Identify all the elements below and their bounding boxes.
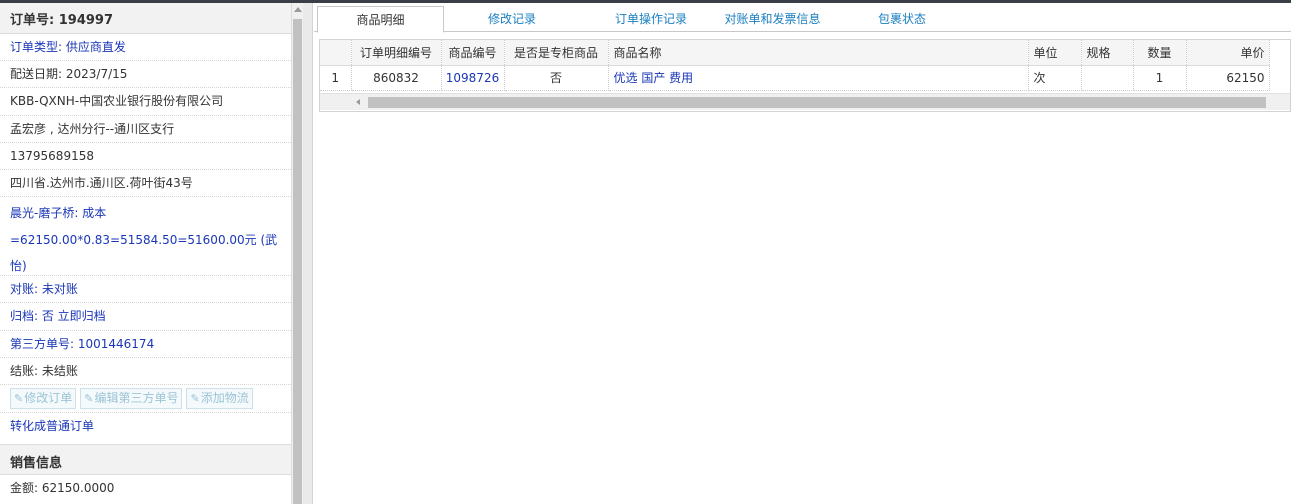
tab-change-log[interactable]: 修改记录: [462, 6, 562, 33]
detail-id-cell: 860832: [351, 65, 442, 91]
customer-name: KBB-QXNH-中国农业银行股份有限公司: [0, 88, 291, 116]
convert-normal-order-link[interactable]: 转化成普通订单: [0, 413, 291, 440]
left-panel-scrollbar[interactable]: [291, 3, 303, 504]
scrollbar-thumb[interactable]: [293, 19, 302, 504]
product-detail-grid: 订单明细编号 商品编号 是否是专柜商品 商品名称 单位 规格 数量 单价 1 8…: [319, 39, 1291, 112]
tab-order-operations[interactable]: 订单操作记录: [591, 6, 711, 33]
settlement-status: 结账: 未结账: [0, 358, 291, 385]
edit-icon: ✎: [84, 391, 94, 405]
edit-order-button[interactable]: ✎ 修改订单: [10, 387, 77, 409]
contact-name: 孟宏彦 , 达州分行--通川区支行: [0, 116, 291, 143]
quantity-cell: 1: [1133, 65, 1187, 91]
sales-amount: 金额: 62150.0000: [10, 481, 115, 496]
cost-info: 晨光-磨子桥: 成本 =62150.00*0.83=51584.50=51600…: [0, 197, 291, 277]
edit-icon: ✎: [190, 391, 200, 405]
tab-package-status[interactable]: 包裹状态: [862, 6, 942, 33]
col-header-quantity[interactable]: 数量: [1133, 40, 1187, 66]
col-header-unit-price[interactable]: 单价: [1186, 40, 1270, 66]
counter-cell: 否: [504, 65, 609, 91]
col-header-product-id[interactable]: 商品编号: [441, 40, 505, 66]
scrollbar-thumb[interactable]: [368, 97, 1266, 108]
reconcile-status: 对账: 未对账: [0, 276, 291, 304]
col-header-detail-id[interactable]: 订单明细编号: [351, 40, 442, 66]
unit-cell: 次: [1028, 65, 1082, 91]
contact-phone: 13795689158: [0, 143, 291, 170]
unit-price-cell: 62150: [1186, 65, 1270, 91]
order-type: 订单类型: 供应商直发: [0, 34, 291, 62]
table-header-row: 订单明细编号 商品编号 是否是专柜商品 商品名称 单位 规格 数量 单价: [320, 40, 1270, 66]
cost-line-1: 晨光-磨子桥: 成本: [10, 206, 107, 221]
cost-line-2: =62150.00*0.83=51584.50=51600.00元 (武: [10, 232, 278, 247]
table-row[interactable]: 1 860832 1098726 否 优选 国产 费用 次 1 62150: [320, 65, 1270, 91]
col-header-counter[interactable]: 是否是专柜商品: [504, 40, 609, 66]
product-name-link[interactable]: 优选 国产 费用: [608, 65, 1029, 91]
product-table: 订单明细编号 商品编号 是否是专柜商品 商品名称 单位 规格 数量 单价 1 8…: [320, 40, 1270, 91]
order-info-panel: 订单号: 194997 订单类型: 供应商直发 配送日期: 2023/7/15 …: [0, 3, 291, 504]
col-header-spec[interactable]: 规格: [1081, 40, 1134, 66]
spec-cell: [1081, 65, 1134, 91]
tab-bar: 商品明细 修改记录 订单操作记录 对账单和发票信息 包裹状态: [314, 3, 1291, 33]
tab-product-details[interactable]: 商品明细: [317, 6, 444, 33]
panel-splitter[interactable]: [303, 3, 313, 504]
action-buttons: ✎ 修改订单 ✎ 编辑第三方单号 ✎ 添加物流: [0, 385, 291, 413]
product-id-link[interactable]: 1098726: [441, 65, 505, 91]
col-header-product-name[interactable]: 商品名称: [608, 40, 1029, 66]
delivery-address: 四川省.达州市.通川区.荷叶街43号: [0, 170, 291, 198]
sales-info-title: 销售信息: [0, 444, 291, 476]
scroll-left-arrow-icon[interactable]: [356, 99, 360, 105]
row-index: 1: [320, 65, 352, 91]
edit-third-party-button[interactable]: ✎ 编辑第三方单号: [80, 387, 183, 409]
order-number-title: 订单号: 194997: [0, 3, 291, 34]
tab-statement-invoice[interactable]: 对账单和发票信息: [710, 6, 835, 33]
add-logistics-button[interactable]: ✎ 添加物流: [186, 387, 253, 409]
archive-status[interactable]: 归档: 否 立即归档: [0, 303, 291, 331]
grid-horizontal-scrollbar[interactable]: [320, 93, 1290, 110]
edit-icon: ✎: [14, 391, 24, 405]
third-party-order-number: 第三方单号: 1001446174: [0, 331, 291, 358]
delivery-date: 配送日期: 2023/7/15: [0, 61, 291, 89]
col-header-index: [320, 40, 352, 66]
scroll-up-arrow-icon[interactable]: [294, 7, 302, 12]
detail-panel: 商品明细 修改记录 订单操作记录 对账单和发票信息 包裹状态 订单明细编号 商品…: [314, 3, 1291, 504]
col-header-unit[interactable]: 单位: [1028, 40, 1082, 66]
